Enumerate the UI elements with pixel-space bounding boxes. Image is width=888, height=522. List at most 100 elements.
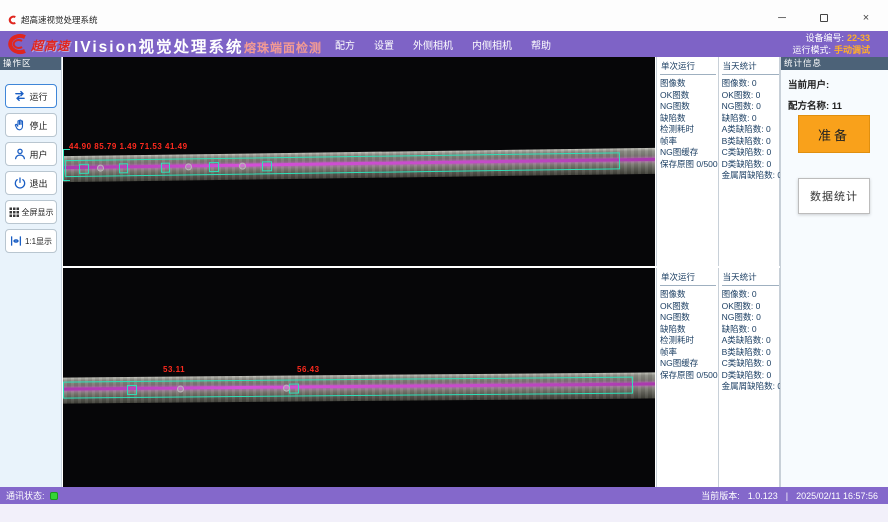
metal-strip-image [63, 372, 655, 403]
stat-item: 帧率 [660, 136, 718, 148]
data-statistics-button[interactable]: 数据统计 [798, 178, 870, 214]
device-number-label: 设备编号: [805, 33, 844, 43]
measurement-annotation: 56.43 [297, 365, 320, 374]
run-mode-value: 手动调试 [834, 45, 870, 55]
stat-item: 缺陷数: 0 [722, 113, 781, 125]
run-button[interactable]: 运行 [5, 84, 57, 108]
detection-box [209, 162, 219, 172]
sidebar-title: 操作区 [0, 57, 61, 70]
version-value: 1.0.123 [748, 491, 778, 501]
stat-item: 保存原图 0/500 [660, 159, 718, 171]
single-run-column: 单次运行 图像数 OK图数 NG图数 缺陷数 检测耗时 帧率 NG图缓存 保存原… [657, 268, 719, 487]
one-to-one-button[interactable]: 1:1显示 [5, 229, 57, 253]
app-header: 超高速 IVision视觉处理系统 熔珠端面检测 配方 设置 外侧相机 内侧相机… [0, 31, 888, 57]
stat-item: C类缺陷数: 0 [722, 358, 781, 370]
stat-item: 缺陷数: 0 [722, 324, 781, 336]
current-user-label: 当前用户: [788, 80, 829, 91]
one-to-one-icon [9, 234, 23, 248]
detection-box [63, 377, 633, 399]
single-run-title: 单次运行 [660, 59, 716, 75]
run-mode-label: 运行模式: [792, 45, 831, 55]
detection-box [161, 163, 170, 173]
stop-hand-icon [13, 118, 27, 132]
exit-button-label: 退出 [29, 177, 47, 190]
detection-box [79, 164, 89, 174]
close-icon[interactable]: × [858, 12, 874, 24]
camera-view-outer: 44.90 85.79 1.49 71.53 41.49 [63, 57, 655, 266]
grid-icon [8, 206, 20, 218]
stat-item: OK图数 [660, 90, 718, 102]
stat-item: C类缺陷数: 0 [722, 147, 781, 159]
feature-mark [185, 163, 192, 170]
stat-item: NG图数: 0 [722, 312, 781, 324]
measurement-annotation: 44.90 85.79 1.49 71.53 41.49 [69, 142, 188, 151]
menu-item-inner-camera[interactable]: 内侧相机 [472, 37, 512, 52]
stat-item: OK图数 [660, 301, 718, 313]
stat-item: NG图数 [660, 101, 718, 113]
fullscreen-button[interactable]: 全屏显示 [5, 200, 57, 224]
stop-button[interactable]: 停止 [5, 113, 57, 137]
run-button-label: 运行 [29, 90, 47, 103]
stat-item: B类缺陷数: 0 [722, 347, 781, 359]
app-title: IVision视觉处理系统 [74, 35, 244, 57]
operation-sidebar: 操作区 运行 停止 用户 退出 全屏显示 1:1显示 [0, 57, 62, 487]
main-menu: 配方 设置 外侧相机 内侧相机 帮助 [335, 31, 551, 57]
recipe-name-value: 11 [832, 101, 842, 112]
recipe-name-label: 配方名称: [788, 101, 829, 112]
menu-item-help[interactable]: 帮助 [531, 37, 551, 52]
detection-box [119, 163, 128, 173]
today-stats-title: 当天统计 [722, 270, 779, 286]
app-logo-icon [7, 15, 17, 25]
recipe-name-row: 配方名称: 11 [788, 98, 888, 112]
measurement-annotation: 53.11 [163, 365, 185, 374]
run-icon [13, 89, 27, 103]
edge-bracket-mark [63, 149, 70, 181]
stat-item: 检测耗时 [660, 124, 718, 136]
stat-item: 图像数 [660, 78, 718, 90]
menu-item-outer-camera[interactable]: 外侧相机 [413, 37, 453, 52]
stat-item: NG图缓存 [660, 358, 718, 370]
window-controls: ─ × [774, 12, 874, 24]
window-titlebar: 超高速视觉处理系统 ─ × [0, 0, 888, 31]
stat-item: OK图数: 0 [722, 301, 781, 313]
stat-item: 图像数: 0 [722, 78, 781, 90]
stats-panel-inner: 单次运行 图像数 OK图数 NG图数 缺陷数 检测耗时 帧率 NG图缓存 保存原… [656, 268, 780, 487]
stat-item: 帧率 [660, 347, 718, 359]
app-subtitle: 熔珠端面检测 [244, 39, 322, 56]
menu-item-settings[interactable]: 设置 [374, 37, 394, 52]
stat-item: 缺陷数 [660, 113, 718, 125]
today-stats-column: 当天统计 图像数: 0 OK图数: 0 NG图数: 0 缺陷数: 0 A类缺陷数… [719, 57, 781, 266]
stats-panel-outer: 单次运行 图像数 OK图数 NG图数 缺陷数 检测耗时 帧率 NG图缓存 保存原… [656, 57, 780, 266]
user-icon [13, 147, 27, 161]
menu-item-recipe[interactable]: 配方 [335, 37, 355, 52]
feature-mark [97, 165, 104, 172]
minimize-icon[interactable]: ─ [774, 12, 790, 24]
one-to-one-button-label: 1:1显示 [25, 236, 52, 247]
exit-button[interactable]: 退出 [5, 171, 57, 195]
prepare-button[interactable]: 准备 [798, 115, 870, 153]
stat-item: 金属屑缺陷数: 0 [722, 381, 781, 393]
brand-name: 超高速 [31, 37, 70, 54]
fullscreen-button-label: 全屏显示 [22, 207, 54, 218]
stat-item: 缺陷数 [660, 324, 718, 336]
single-run-title: 单次运行 [660, 270, 716, 286]
camera-view-inner: 53.11 56.43 [63, 268, 655, 487]
maximize-icon[interactable] [816, 12, 832, 24]
user-button-label: 用户 [29, 148, 47, 161]
stop-button-label: 停止 [29, 119, 47, 132]
stat-item: OK图数: 0 [722, 90, 781, 102]
today-stats-title: 当天统计 [722, 59, 779, 75]
datetime-value: 2025/02/11 16:57:56 [796, 491, 878, 501]
stat-item: 检测耗时 [660, 335, 718, 347]
single-run-column: 单次运行 图像数 OK图数 NG图数 缺陷数 检测耗时 帧率 NG图缓存 保存原… [657, 57, 719, 266]
user-button[interactable]: 用户 [5, 142, 57, 166]
metal-strip-image [63, 148, 655, 182]
device-number-value: 22-33 [847, 33, 870, 43]
comm-status-indicator [50, 492, 58, 500]
feature-mark [239, 163, 246, 170]
power-icon [13, 176, 27, 190]
detection-box [65, 152, 620, 177]
detection-box [127, 385, 137, 395]
current-user-row: 当前用户: [788, 77, 888, 91]
info-panel-title: 统计信息 [781, 57, 888, 70]
